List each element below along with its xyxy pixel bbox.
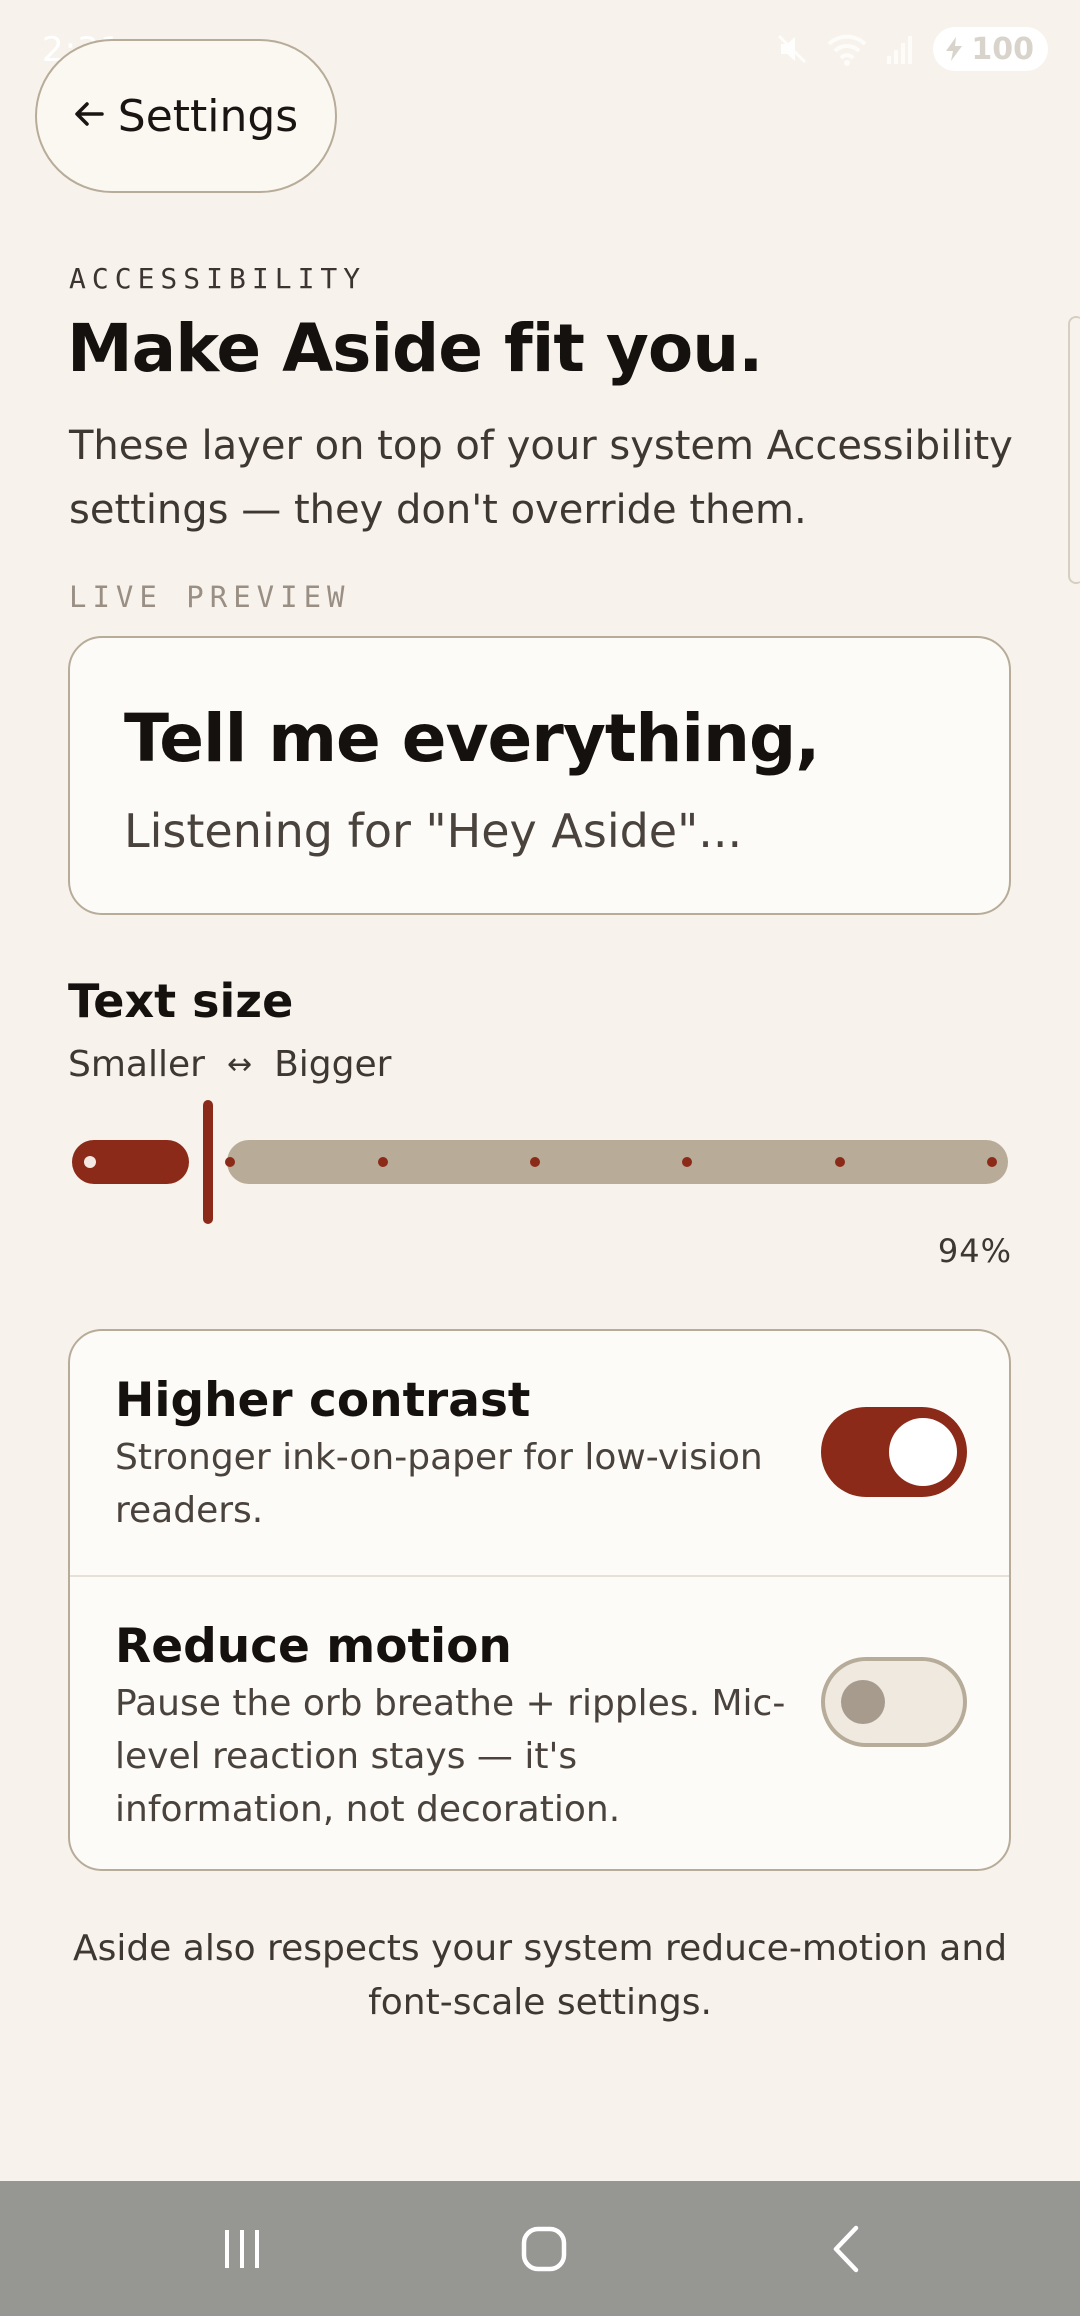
system-nav-bar <box>0 2181 1080 2316</box>
reduce-motion-description: Pause the orb breathe + ripples. Mic-lev… <box>115 1683 786 1830</box>
slider-stop-tick <box>834 1157 845 1167</box>
preview-label: LIVE PREVIEW <box>69 580 351 614</box>
text-size-min-label: Smaller <box>68 1044 205 1085</box>
resize-arrow-icon: ↔ <box>226 1047 253 1082</box>
higher-contrast-toggle[interactable] <box>821 1407 967 1497</box>
back-button[interactable] <box>786 2181 906 2316</box>
slider-thumb[interactable] <box>203 1100 213 1224</box>
preview-subline: Listening for "Hey Aside"... <box>124 804 743 858</box>
back-to-settings-button[interactable]: Settings <box>35 39 337 193</box>
mute-icon <box>775 32 809 66</box>
home-button[interactable] <box>484 2181 604 2316</box>
recents-icon <box>219 2226 265 2272</box>
reduce-motion-toggle[interactable] <box>821 1657 967 1747</box>
slider-start-dot <box>84 1156 96 1168</box>
higher-contrast-description: Stronger ink-on-paper for low-vision rea… <box>115 1437 763 1531</box>
text-size-max-label: Bigger <box>274 1044 392 1085</box>
back-icon <box>826 2224 866 2274</box>
text-size-slider[interactable] <box>72 1100 1008 1224</box>
slider-stop-tick <box>530 1157 540 1167</box>
wifi-icon <box>827 32 867 66</box>
slider-stop-tick <box>377 1157 388 1167</box>
live-preview-card: Tell me everything, Listening for "Hey A… <box>68 636 1011 915</box>
preview-headline: Tell me everything, <box>124 700 820 777</box>
text-size-value: 94% <box>937 1232 1012 1270</box>
footer-note: Aside also respects your system reduce-m… <box>72 1928 1008 2023</box>
arrow-left-icon <box>74 101 104 131</box>
page-title: Make Aside fit you. <box>67 310 763 387</box>
higher-contrast-title: Higher contrast <box>115 1373 531 1428</box>
page-subtitle: These layer on top of your system Access… <box>69 423 1013 533</box>
reduce-motion-title: Reduce motion <box>115 1619 512 1674</box>
battery-icon: 100 <box>933 27 1048 71</box>
text-size-range-labels: Smaller ↔ Bigger <box>68 1044 391 1085</box>
signal-icon <box>885 32 915 66</box>
slider-stop-tick <box>987 1157 997 1167</box>
toggle-knob <box>889 1418 957 1486</box>
section-eyebrow: ACCESSIBILITY <box>69 262 367 295</box>
home-icon <box>519 2224 569 2274</box>
scroll-indicator <box>1068 316 1080 584</box>
status-icons: 100 <box>775 26 1048 72</box>
higher-contrast-row[interactable]: Higher contrast Stronger ink-on-paper fo… <box>70 1331 1009 1577</box>
battery-level: 100 <box>971 31 1034 67</box>
recents-button[interactable] <box>182 2181 302 2316</box>
back-label: Settings <box>117 90 299 142</box>
reduce-motion-row[interactable]: Reduce motion Pause the orb breathe + ri… <box>70 1575 1009 1869</box>
text-size-title: Text size <box>68 974 294 1028</box>
toggle-knob <box>841 1680 885 1724</box>
toggles-card: Higher contrast Stronger ink-on-paper fo… <box>68 1329 1011 1871</box>
slider-remaining-track[interactable] <box>227 1140 1008 1184</box>
